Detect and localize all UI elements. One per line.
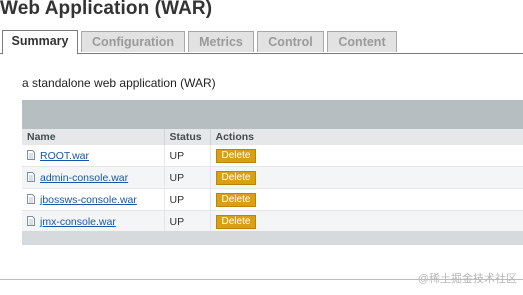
name-cell: jmx-console.war <box>22 210 165 232</box>
delete-button[interactable]: Delete <box>215 192 257 207</box>
watermark: @稀土掘金技术社区 <box>417 273 517 285</box>
app-name-link[interactable]: ROOT.war <box>40 150 89 162</box>
tab-metrics[interactable]: Metrics <box>188 31 254 52</box>
document-icon <box>27 149 35 160</box>
app-name-link[interactable]: admin-console.war <box>40 172 128 184</box>
document-icon <box>27 215 35 226</box>
name-cell: ROOT.war <box>22 144 165 167</box>
table-panel-footer <box>22 231 523 245</box>
document-icon <box>27 171 35 182</box>
app-name-link[interactable]: jbossws-console.war <box>40 194 137 206</box>
actions-cell: Delete <box>210 188 523 211</box>
tab-content[interactable]: Content <box>327 31 397 52</box>
table-panel-header <box>22 100 523 129</box>
actions-cell: Delete <box>210 210 523 232</box>
tab-bar: Summary Configuration Metrics Control Co… <box>0 30 523 54</box>
status-cell: UP <box>164 166 211 189</box>
table-row: ROOT.war UP Delete <box>22 144 523 167</box>
applications-table: Name Status Actions ROOT.war UP Delete a… <box>22 129 523 232</box>
column-header-name: Name <box>22 129 165 145</box>
document-icon <box>27 193 35 204</box>
tab-configuration[interactable]: Configuration <box>81 31 185 52</box>
column-header-actions: Actions <box>210 129 523 145</box>
page-title: Web Application (WAR) <box>0 0 213 19</box>
column-header-status: Status <box>164 129 211 145</box>
table-row: jmx-console.war UP Delete <box>22 210 523 232</box>
actions-cell: Delete <box>210 144 523 167</box>
status-cell: UP <box>164 188 211 211</box>
app-name-link[interactable]: jmx-console.war <box>40 216 116 228</box>
status-cell: UP <box>164 144 211 167</box>
table-row: admin-console.war UP Delete <box>22 166 523 189</box>
description-text: a standalone web application (WAR) <box>22 76 216 90</box>
status-cell: UP <box>164 210 211 232</box>
name-cell: admin-console.war <box>22 166 165 189</box>
delete-button[interactable]: Delete <box>215 170 257 185</box>
name-cell: jbossws-console.war <box>22 188 165 211</box>
table-row: jbossws-console.war UP Delete <box>22 188 523 211</box>
table-header-row: Name Status Actions <box>22 129 523 145</box>
delete-button[interactable]: Delete <box>215 214 257 229</box>
delete-button[interactable]: Delete <box>215 148 257 163</box>
tab-control[interactable]: Control <box>257 31 324 52</box>
tab-summary[interactable]: Summary <box>2 30 78 54</box>
actions-cell: Delete <box>210 166 523 189</box>
